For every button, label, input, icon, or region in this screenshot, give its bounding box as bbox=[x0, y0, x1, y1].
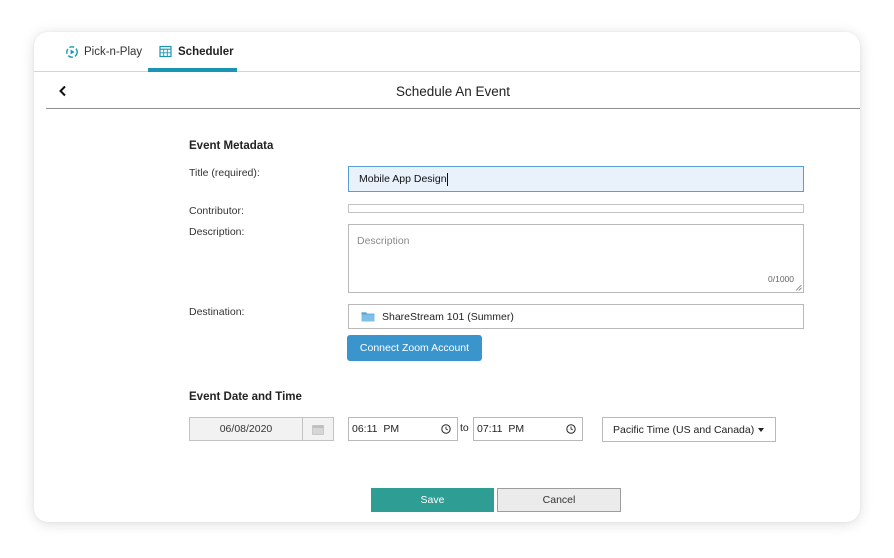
description-placeholder: Description bbox=[357, 235, 410, 247]
date-picker[interactable]: 06/08/2020 bbox=[189, 417, 334, 441]
start-time-value: 06:11 PM bbox=[352, 423, 400, 435]
tab-scheduler[interactable]: Scheduler bbox=[148, 32, 237, 72]
timezone-select[interactable]: Pacific Time (US and Canada) bbox=[602, 417, 776, 442]
scheduler-card: Pick-n-Play Scheduler Schedule An Event bbox=[34, 32, 860, 522]
page-header: Schedule An Event bbox=[46, 73, 860, 109]
title-input-value: Mobile App Design bbox=[359, 173, 447, 185]
clock-icon bbox=[441, 424, 451, 434]
calendar-button[interactable] bbox=[303, 418, 333, 440]
calendar-icon bbox=[312, 424, 324, 435]
clock-icon bbox=[566, 424, 576, 434]
resize-grip-icon[interactable] bbox=[795, 284, 802, 291]
folder-icon bbox=[361, 311, 375, 322]
text-cursor bbox=[446, 172, 448, 186]
time-range-separator: to bbox=[460, 422, 469, 434]
description-textarea[interactable]: Description 0/1000 bbox=[348, 224, 804, 293]
date-input[interactable]: 06/08/2020 bbox=[190, 418, 303, 440]
destination-label: Destination: bbox=[189, 306, 245, 318]
save-button[interactable]: Save bbox=[371, 488, 494, 512]
event-date-time-heading: Event Date and Time bbox=[189, 391, 302, 403]
cancel-button[interactable]: Cancel bbox=[497, 488, 621, 512]
active-tab-indicator bbox=[148, 68, 237, 72]
tab-pick-n-play[interactable]: Pick-n-Play bbox=[65, 32, 142, 72]
contributor-label: Contributor: bbox=[189, 205, 244, 217]
end-time-value: 07:11 PM bbox=[477, 423, 525, 435]
destination-selector[interactable]: ShareStream 101 (Summer) bbox=[348, 304, 804, 329]
description-char-counter: 0/1000 bbox=[768, 274, 794, 284]
tab-pick-n-play-label: Pick-n-Play bbox=[84, 46, 143, 58]
destination-value: ShareStream 101 (Summer) bbox=[382, 310, 514, 323]
event-metadata-heading: Event Metadata bbox=[189, 140, 274, 152]
end-time-input[interactable]: 07:11 PM bbox=[473, 417, 583, 441]
tab-scheduler-label: Scheduler bbox=[178, 46, 234, 58]
timezone-value: Pacific Time (US and Canada) bbox=[613, 423, 755, 436]
tab-bar: Pick-n-Play Scheduler bbox=[34, 32, 860, 72]
caret-down-icon bbox=[758, 427, 765, 432]
pick-n-play-icon bbox=[65, 45, 79, 59]
title-input[interactable]: Mobile App Design bbox=[348, 166, 804, 192]
calendar-grid-icon bbox=[159, 45, 173, 59]
connect-zoom-account-button[interactable]: Connect Zoom Account bbox=[347, 335, 482, 361]
contributor-input[interactable] bbox=[348, 204, 804, 213]
description-label: Description: bbox=[189, 226, 245, 238]
title-label: Title (required): bbox=[189, 167, 260, 179]
page-title: Schedule An Event bbox=[395, 84, 511, 99]
start-time-input[interactable]: 06:11 PM bbox=[348, 417, 458, 441]
